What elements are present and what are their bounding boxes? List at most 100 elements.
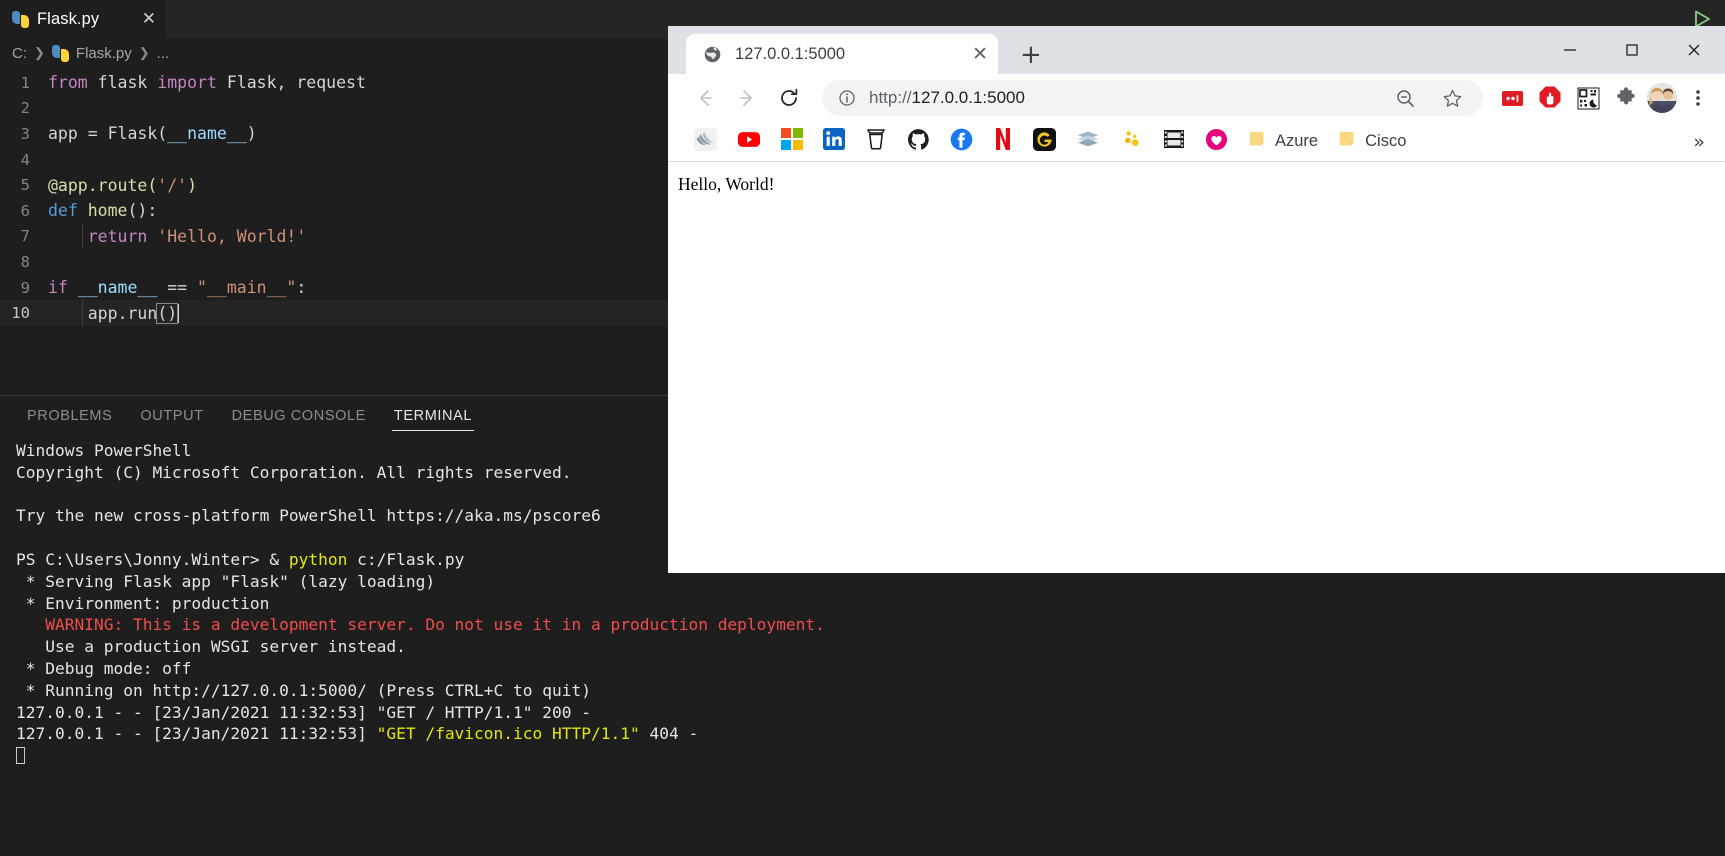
python-file-icon <box>12 10 29 28</box>
browser-toolbar: http://127.0.0.1:5000 <box>668 74 1725 122</box>
bracket-match-highlight: () <box>156 302 179 324</box>
code-text: if __name__ == "__main__": <box>48 278 307 298</box>
bookmark-item-cisco[interactable]: Cisco <box>1328 127 1416 157</box>
line-number: 5 <box>20 176 30 195</box>
page-body-text: Hello, World! <box>678 174 775 194</box>
browser-tab[interactable]: 127.0.0.1:5000 ✕ <box>686 34 998 74</box>
bookmark-item[interactable] <box>897 127 940 157</box>
close-button[interactable] <box>1663 26 1725 74</box>
line-number: 10 <box>11 304 30 323</box>
bookmark-item[interactable] <box>1153 127 1195 157</box>
minimize-button[interactable] <box>1539 26 1601 74</box>
text-cursor <box>177 303 180 323</box>
terminal-line: * Running on http://127.0.0.1:5000/ (Pre… <box>16 680 591 700</box>
bookmark-item[interactable] <box>684 127 727 157</box>
folder-icon <box>1248 129 1268 154</box>
chevron-right-icon: ❯ <box>34 45 45 60</box>
code-text: return 'Hello, World!' <box>87 226 307 246</box>
microsoft-icon <box>781 128 803 155</box>
bookmark-item[interactable] <box>1110 127 1153 157</box>
pink-heart-icon <box>1205 128 1228 156</box>
code-editor[interactable]: 1 from flask import Flask, request 2 3 app =… <box>0 70 670 386</box>
bookmark-item[interactable] <box>855 127 897 157</box>
bookmark-item[interactable] <box>1023 127 1066 157</box>
code-text: def home(): <box>48 201 158 221</box>
code-line[interactable]: 10 app.run() <box>0 300 670 326</box>
terminal-line: * Environment: production <box>16 593 270 613</box>
code-line[interactable]: 5 @app.route('/') <box>0 172 670 198</box>
indent-guide <box>82 223 83 250</box>
bookmark-item[interactable] <box>1066 127 1110 157</box>
three-dot-menu-icon[interactable] <box>1681 81 1715 115</box>
bookmark-item[interactable] <box>983 127 1023 157</box>
page-viewport: Hello, World! <box>668 162 1725 573</box>
code-line[interactable]: 3 app = Flask(__name__) <box>0 121 670 147</box>
breadcrumb-symbols[interactable]: ... <box>157 45 170 62</box>
code-line[interactable]: 7 return 'Hello, World!' <box>0 223 670 250</box>
line-number: 8 <box>20 252 30 271</box>
close-icon[interactable]: ✕ <box>972 44 988 64</box>
code-text: from flask import Flask, request <box>48 73 366 93</box>
forward-arrow-icon[interactable] <box>728 79 766 117</box>
line-number: 4 <box>20 150 30 169</box>
browser-window: 127.0.0.1:5000 ✕ + http://127.0.0.1:5000… <box>668 26 1725 573</box>
code-line[interactable]: 2 <box>0 96 670 122</box>
folder-icon <box>1338 129 1358 154</box>
panel-tab-output[interactable]: OUTPUT <box>126 396 217 436</box>
red-dots-extension-icon[interactable] <box>1495 81 1529 115</box>
linkedin-icon <box>823 128 845 155</box>
github-icon <box>907 128 930 156</box>
bookmarks-bar: Azure Cisco » <box>668 122 1725 162</box>
bookmarks-overflow-chevron[interactable]: » <box>1683 131 1715 153</box>
breadcrumb-file[interactable]: Flask.py <box>76 45 132 62</box>
terminal-line: Use a production WSGI server instead. <box>16 637 406 657</box>
bookmark-item[interactable] <box>813 127 855 157</box>
chevron-right-icon: ❯ <box>138 45 150 60</box>
code-text: @app.route('/') <box>48 175 198 195</box>
bookmark-item[interactable] <box>1195 127 1238 157</box>
code-line[interactable]: 6 def home(): <box>0 198 670 224</box>
code-line[interactable]: 1 from flask import Flask, request <box>0 70 670 96</box>
zoom-out-magnifier-icon[interactable] <box>1388 81 1422 115</box>
profile-avatar[interactable] <box>1647 83 1677 113</box>
adblock-stop-hand-icon[interactable] <box>1533 81 1567 115</box>
reload-icon[interactable] <box>770 79 808 117</box>
breadcrumb-drive[interactable]: C: <box>12 45 27 62</box>
info-circle-icon[interactable] <box>838 89 856 107</box>
address-bar-url[interactable]: http://127.0.0.1:5000 <box>869 88 1375 108</box>
bookmark-item[interactable] <box>771 127 813 157</box>
stack-metal-icon <box>1076 128 1100 155</box>
terminal-line: * Serving Flask app "Flask" (lazy loadin… <box>16 571 436 591</box>
netflix-icon <box>993 127 1013 156</box>
bookmark-item-azure[interactable]: Azure <box>1238 127 1328 157</box>
editor-tab-flask-py[interactable]: Flask.py ✕ <box>0 0 166 38</box>
code-line[interactable]: 8 <box>0 249 670 275</box>
terminal-line <box>16 745 1725 767</box>
panel-tab-problems[interactable]: PROBLEMS <box>13 396 126 436</box>
panel-tab-terminal[interactable]: TERMINAL <box>380 396 486 436</box>
new-tab-button[interactable]: + <box>1020 42 1042 68</box>
code-line[interactable]: 9 if __name__ == "__main__": <box>0 275 670 301</box>
puzzle-piece-icon[interactable] <box>1609 81 1643 115</box>
terminal-line: 127.0.0.1 - - [23/Jan/2021 11:32:53] "GE… <box>16 702 591 722</box>
panel-tab-debug-console[interactable]: DEBUG CONSOLE <box>218 396 380 436</box>
line-number: 9 <box>20 278 30 297</box>
indent-guide <box>82 300 83 326</box>
bookmark-item[interactable] <box>940 127 983 157</box>
address-bar[interactable]: http://127.0.0.1:5000 <box>822 80 1483 116</box>
python-file-icon <box>51 44 69 62</box>
qr-code-icon[interactable] <box>1571 81 1605 115</box>
bookmark-item[interactable] <box>727 127 771 157</box>
maximize-button[interactable] <box>1601 26 1663 74</box>
code-line[interactable]: 4 <box>0 147 670 173</box>
bookmark-label: Cisco <box>1365 132 1407 150</box>
terminal-line: WARNING: This is a development server. D… <box>16 615 825 635</box>
breadcrumb[interactable]: C: ❯ Flask.py ❯ ... <box>0 38 169 68</box>
browser-tab-strip: 127.0.0.1:5000 ✕ + <box>668 26 1725 74</box>
terminal-line: 127.0.0.1 - - [23/Jan/2021 11:32:53] "GE… <box>16 724 699 744</box>
window-controls <box>1539 26 1725 74</box>
star-icon[interactable] <box>1435 81 1469 115</box>
back-arrow-icon[interactable] <box>686 79 724 117</box>
close-icon[interactable]: ✕ <box>142 10 156 28</box>
line-number: 2 <box>20 99 30 118</box>
